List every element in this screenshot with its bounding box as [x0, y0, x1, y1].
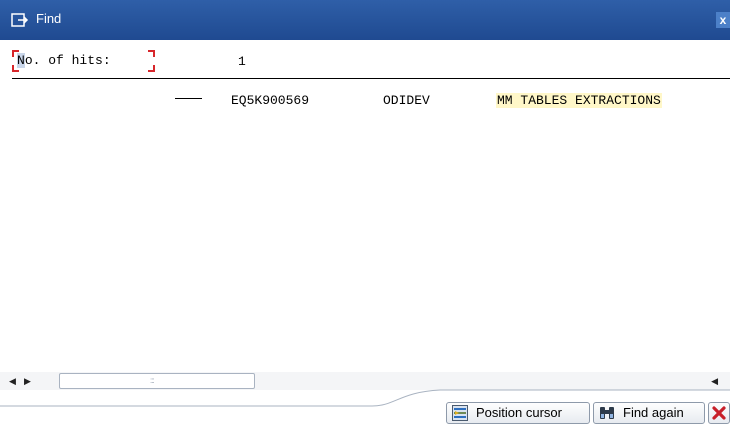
request-id[interactable]: EQ5K900569: [231, 93, 309, 108]
binoculars-icon: [600, 407, 614, 419]
request-description[interactable]: MM TABLES EXTRACTIONS: [496, 93, 662, 108]
hits-field-frame: No. of hits:: [12, 50, 155, 72]
header-divider: [12, 78, 730, 79]
find-dialog-icon: [11, 13, 29, 27]
table-row[interactable]: EQ5K900569 ODIDEV MM TABLES EXTRACTIONS: [0, 91, 730, 111]
find-again-label: Find again: [623, 405, 684, 420]
cancel-x-icon: [712, 406, 726, 420]
scroll-left-end-icon[interactable]: ◀: [711, 375, 718, 387]
scroll-left-icon[interactable]: ◀: [9, 375, 16, 387]
position-cursor-button[interactable]: Position cursor: [446, 402, 590, 424]
cancel-button[interactable]: [708, 402, 730, 424]
scrollbar-thumb[interactable]: :::: [59, 373, 255, 389]
hits-label: No. of hits:: [17, 53, 111, 68]
position-cursor-label: Position cursor: [476, 405, 562, 420]
hits-count: 1: [238, 54, 246, 69]
scroll-right-icon[interactable]: ▶: [24, 375, 31, 387]
close-button[interactable]: x: [716, 12, 730, 28]
owner-user[interactable]: ODIDEV: [383, 93, 430, 108]
close-icon: x: [719, 13, 727, 27]
title-bar: Find x: [0, 0, 730, 40]
find-again-button[interactable]: Find again: [593, 402, 705, 424]
position-cursor-icon: [452, 405, 468, 421]
grip-icon: :::: [150, 376, 155, 385]
window-title: Find: [36, 11, 62, 26]
row-marker: [175, 98, 202, 99]
